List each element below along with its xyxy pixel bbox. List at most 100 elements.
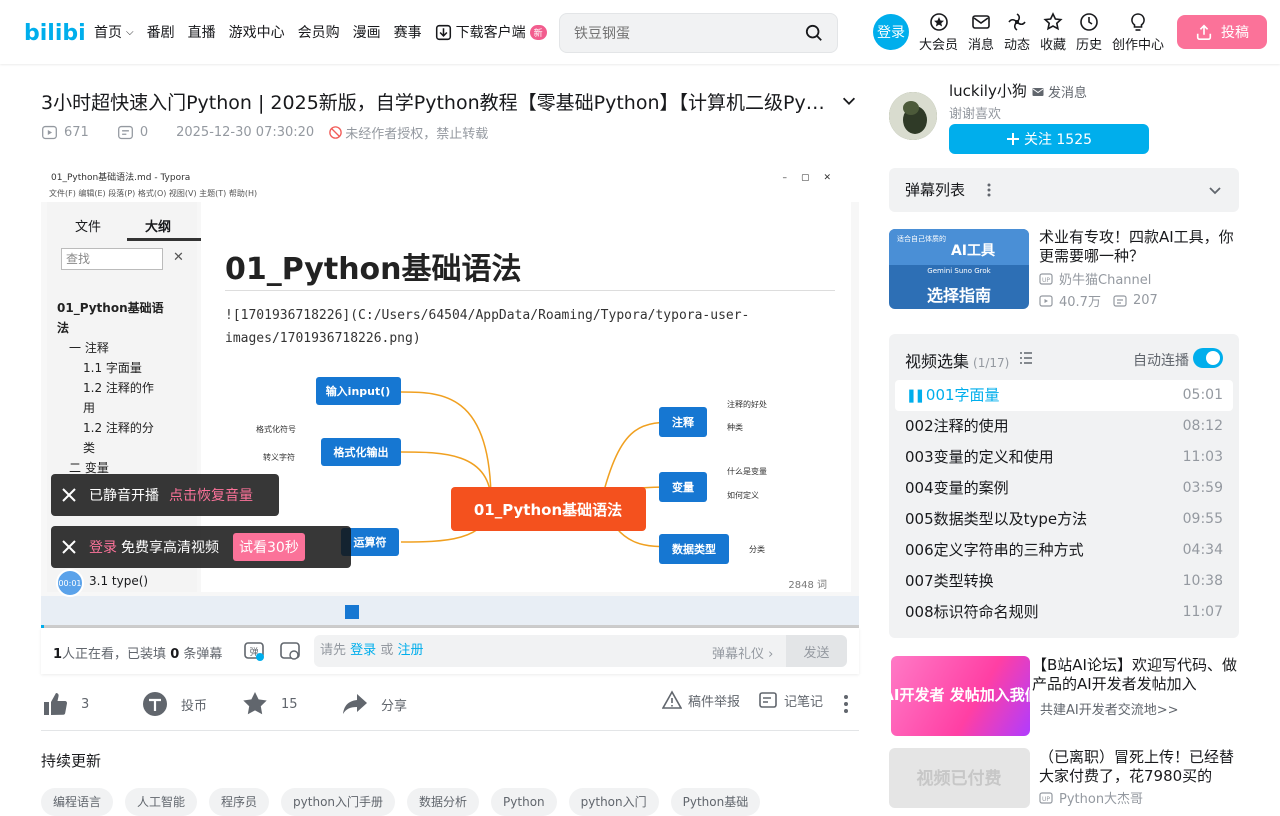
playlist-item[interactable]: 007类型转换 10:38 (895, 566, 1233, 597)
tag[interactable]: 数据分析 (407, 788, 480, 816)
send-message-link[interactable]: 发消息 (1032, 82, 1087, 101)
entry-creator[interactable]: 创作中心 (1112, 12, 1164, 53)
playlist-item[interactable]: 003变量的定义和使用 11:03 (895, 442, 1233, 473)
recommend-uploader[interactable]: UP Python大杰哥 (1039, 788, 1143, 807)
recommend-title[interactable]: 术业有专攻！四款AI工具，你更需要哪一种？ (1039, 228, 1239, 266)
entry-history[interactable]: 历史 (1076, 12, 1102, 53)
recommend-thumbnail[interactable]: 适合自己体质的 AI工具 Gemini Suno Grok 选择指南 (889, 229, 1029, 309)
dm-register-link[interactable]: 注册 (397, 643, 423, 658)
search-input[interactable] (574, 25, 794, 41)
chevron-down-icon[interactable] (840, 92, 858, 110)
nav-anime[interactable]: 番剧 (147, 22, 175, 42)
search-icon[interactable] (805, 24, 823, 42)
nav-game-center[interactable]: 游戏中心 (229, 22, 285, 42)
entry-message[interactable]: 消息 (968, 12, 994, 53)
close-icon[interactable] (61, 539, 77, 555)
ad-title[interactable]: 【B站AI论坛】欢迎写代码、做产品的AI开发者发帖加入 (1032, 656, 1239, 694)
list-view-icon[interactable] (1018, 350, 1034, 366)
tag[interactable]: python入门手册 (281, 788, 396, 816)
report-button[interactable]: 稿件举报 (662, 690, 740, 710)
trial-30s-button[interactable]: 试看30秒 (233, 533, 305, 561)
mute-toast-text: 已静音开播 (89, 488, 159, 504)
more-vertical-icon[interactable] (839, 694, 853, 714)
follow-label: 关注 1525 (1023, 132, 1093, 148)
mindmap-node: 注释 (672, 415, 695, 429)
typora-search-box: 查找 (61, 248, 163, 270)
up-badge-icon: UP (1039, 272, 1053, 285)
play-count-icon (1039, 294, 1053, 307)
toc-entry: 3.1 type() (89, 574, 149, 588)
upload-button[interactable]: 投稿 (1177, 15, 1267, 49)
avatar-image (889, 92, 937, 140)
chevron-down-icon[interactable] (1207, 182, 1223, 198)
uploader-name[interactable]: luckily小狗 (949, 80, 1027, 101)
ad-card[interactable]: AI开发者 发帖加入我们 【B站AI论坛】欢迎写代码、做产品的AI开发者发帖加入… (882, 656, 1239, 736)
ad-thumbnail-text: AI开发者 发帖加入我们 (891, 686, 1030, 704)
tag-list: 编程语言 人工智能 程序员 python入门手册 数据分析 Python pyt… (41, 788, 772, 816)
nav-esports[interactable]: 赛事 (394, 22, 422, 42)
playlist-item-duration: 03:59 (1182, 480, 1223, 496)
recommend-card[interactable]: 视频已付费 （已离职）冒死上传！已经替大家付费了，花7980买的Python U… (889, 748, 1239, 808)
danmaku-etiquette-link[interactable]: 弹幕礼仪 › (712, 643, 773, 662)
ad-thumbnail[interactable]: AI开发者 发帖加入我们 (882, 656, 1040, 736)
tag[interactable]: 人工智能 (125, 788, 198, 816)
bilibili-logo[interactable]: bilibili (24, 17, 86, 47)
uploader-avatar[interactable] (889, 92, 937, 140)
tag[interactable]: python入门 (568, 788, 659, 816)
danmaku-list-panel[interactable]: 弹幕列表 (889, 168, 1239, 212)
doc-image-path: ![1701936718226](C:/Users/64504/AppData/… (225, 308, 750, 346)
ad-subtitle[interactable]: 共建AI开发者交流地>> (1040, 699, 1179, 718)
tag[interactable]: 程序员 (209, 788, 270, 816)
recommend-title[interactable]: （已离职）冒死上传！已经替大家付费了，花7980买的Python (1039, 748, 1239, 786)
share-button[interactable]: 分享 (341, 690, 407, 718)
dynamic-icon (1008, 13, 1026, 31)
login-button[interactable]: 登录 (873, 14, 909, 50)
tag[interactable]: 编程语言 (41, 788, 114, 816)
episode-playlist: 视频选集 (1/17) 自动连播 ▐▐ 001字面量 05:01 002注释的使用 08… (889, 334, 1239, 638)
star-icon (1043, 12, 1063, 31)
more-vertical-icon[interactable] (981, 182, 997, 198)
playlist-item[interactable]: 002注释的使用 08:12 (895, 411, 1233, 442)
recommend-uploader[interactable]: UP 奶牛猫Channel (1039, 269, 1151, 288)
entry-vip[interactable]: 大会员 (919, 12, 958, 53)
playlist-item[interactable]: 006定义字符串的三种方式 04:34 (895, 535, 1233, 566)
danmaku-toggle-icon[interactable]: 弹 (243, 640, 265, 662)
playlist-item[interactable]: 008标识符命名规则 11:07 (895, 597, 1233, 628)
nav-mall[interactable]: 会员购 (298, 22, 340, 42)
svg-text:bilibili: bilibili (24, 21, 86, 46)
nav-home[interactable]: 首页 ⌵ (94, 22, 134, 42)
note-button[interactable]: 记笔记 (758, 690, 823, 710)
send-danmaku-button[interactable]: 发送 (786, 635, 847, 667)
danmaku-settings-icon[interactable] (279, 640, 301, 662)
recommend-thumbnail[interactable]: 视频已付费 (889, 748, 1030, 808)
restore-volume-link[interactable]: 点击恢复音量 (169, 485, 253, 505)
new-badge: 新 (529, 24, 547, 40)
dm-login-link[interactable]: 登录 (350, 643, 376, 658)
tag[interactable]: Python基础 (670, 788, 761, 816)
close-icon[interactable] (61, 487, 77, 503)
nav-home-label: 首页 (94, 25, 122, 41)
playlist-item[interactable]: ▐▐ 001字面量 05:01 (895, 380, 1233, 411)
like-button[interactable]: 3 (41, 690, 89, 718)
hd-toast-login-link[interactable]: 登录 (89, 537, 117, 557)
favorite-button[interactable]: 15 (241, 690, 298, 718)
toc-entry: 类 (83, 441, 96, 455)
entry-favorites[interactable]: 收藏 (1040, 12, 1066, 53)
playlist-item[interactable]: 004变量的案例 03:59 (895, 473, 1233, 504)
toc-entry: 法 (57, 321, 70, 335)
view-count-value: 671 (64, 125, 89, 140)
nav-live[interactable]: 直播 (188, 22, 216, 42)
nav-download-client[interactable]: 下载客户端 新 (435, 22, 547, 42)
thumbnail-image: 适合自己体质的 AI工具 Gemini Suno Grok 选择指南 (889, 229, 1029, 309)
follow-button[interactable]: 关注 1525 (949, 124, 1149, 154)
recommend-card[interactable]: 适合自己体质的 AI工具 Gemini Suno Grok 选择指南 术业有专攻… (889, 228, 1239, 310)
coin-button[interactable]: 投币 (141, 690, 207, 718)
playlist-item[interactable]: 005数据类型以及type方法 09:55 (895, 504, 1233, 535)
report-label: 稿件举报 (688, 694, 741, 710)
entry-dynamic-label: 动态 (1004, 38, 1031, 53)
autoplay-toggle[interactable] (1193, 348, 1223, 368)
thumbnail-caption: 适合自己体质的 (897, 234, 946, 243)
entry-dynamic[interactable]: 动态 (1004, 12, 1030, 53)
tag[interactable]: Python (491, 788, 557, 816)
nav-manga[interactable]: 漫画 (353, 22, 381, 42)
